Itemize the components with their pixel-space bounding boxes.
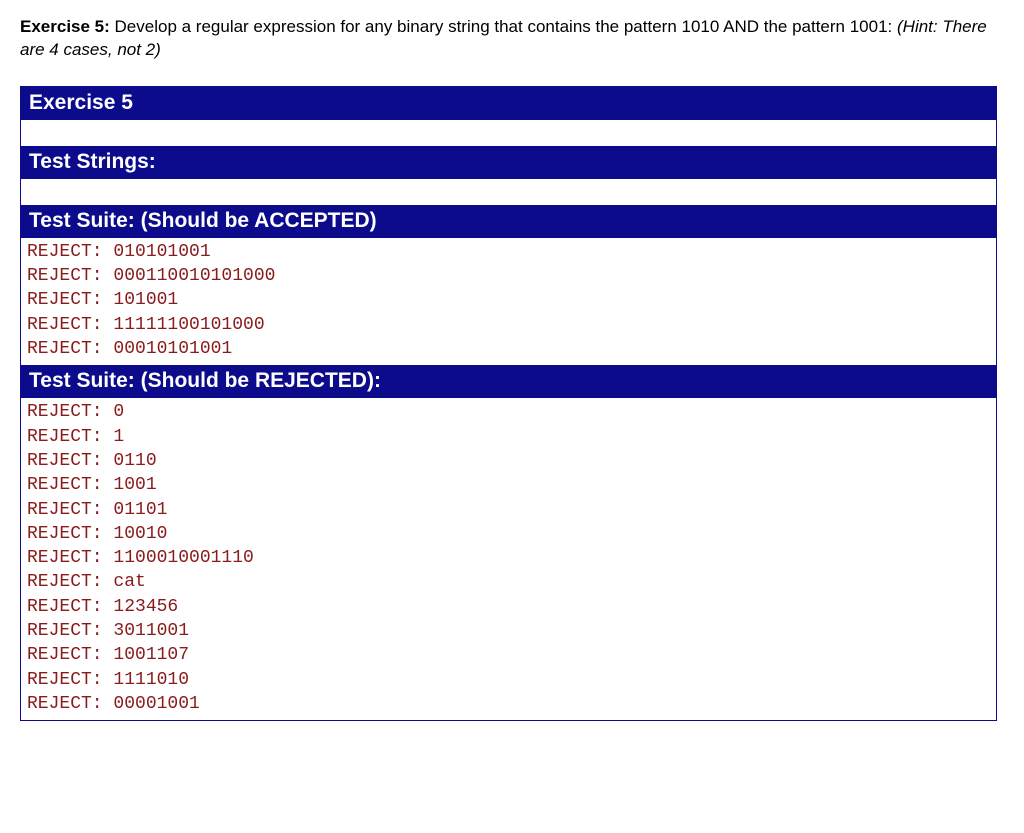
result-line: REJECT: 01101 — [27, 498, 990, 522]
exercise-panel: Exercise 5 Test Strings: Test Suite: (Sh… — [20, 86, 997, 721]
result-line: REJECT: 00010101001 — [27, 337, 990, 361]
test-strings-header: Test Strings: — [21, 146, 996, 179]
problem-text: Develop a regular expression for any bin… — [110, 17, 897, 36]
result-line: REJECT: 1001 — [27, 473, 990, 497]
result-line: REJECT: 0 — [27, 400, 990, 424]
result-line: REJECT: 010101001 — [27, 240, 990, 264]
accepted-header: Test Suite: (Should be ACCEPTED) — [21, 205, 996, 238]
result-line: REJECT: 1100010001110 — [27, 546, 990, 570]
exercise-label: Exercise 5: — [20, 17, 110, 36]
regex-input-row — [21, 120, 996, 146]
rejected-header: Test Suite: (Should be REJECTED): — [21, 365, 996, 398]
result-line: REJECT: 10010 — [27, 522, 990, 546]
result-line: REJECT: 1001107 — [27, 643, 990, 667]
result-line: REJECT: 1111010 — [27, 668, 990, 692]
result-line: REJECT: 00001001 — [27, 692, 990, 716]
result-line: REJECT: 11111100101000 — [27, 313, 990, 337]
result-line: REJECT: 0110 — [27, 449, 990, 473]
result-line: REJECT: 3011001 — [27, 619, 990, 643]
rejected-results: REJECT: 0REJECT: 1REJECT: 0110REJECT: 10… — [21, 398, 996, 720]
problem-statement: Exercise 5: Develop a regular expression… — [20, 16, 1004, 62]
result-line: REJECT: 000110010101000 — [27, 264, 990, 288]
result-line: REJECT: 123456 — [27, 595, 990, 619]
accepted-results: REJECT: 010101001REJECT: 000110010101000… — [21, 238, 996, 365]
result-line: REJECT: 101001 — [27, 288, 990, 312]
result-line: REJECT: cat — [27, 570, 990, 594]
test-strings-input-row — [21, 179, 996, 205]
result-line: REJECT: 1 — [27, 425, 990, 449]
panel-title: Exercise 5 — [21, 87, 996, 120]
